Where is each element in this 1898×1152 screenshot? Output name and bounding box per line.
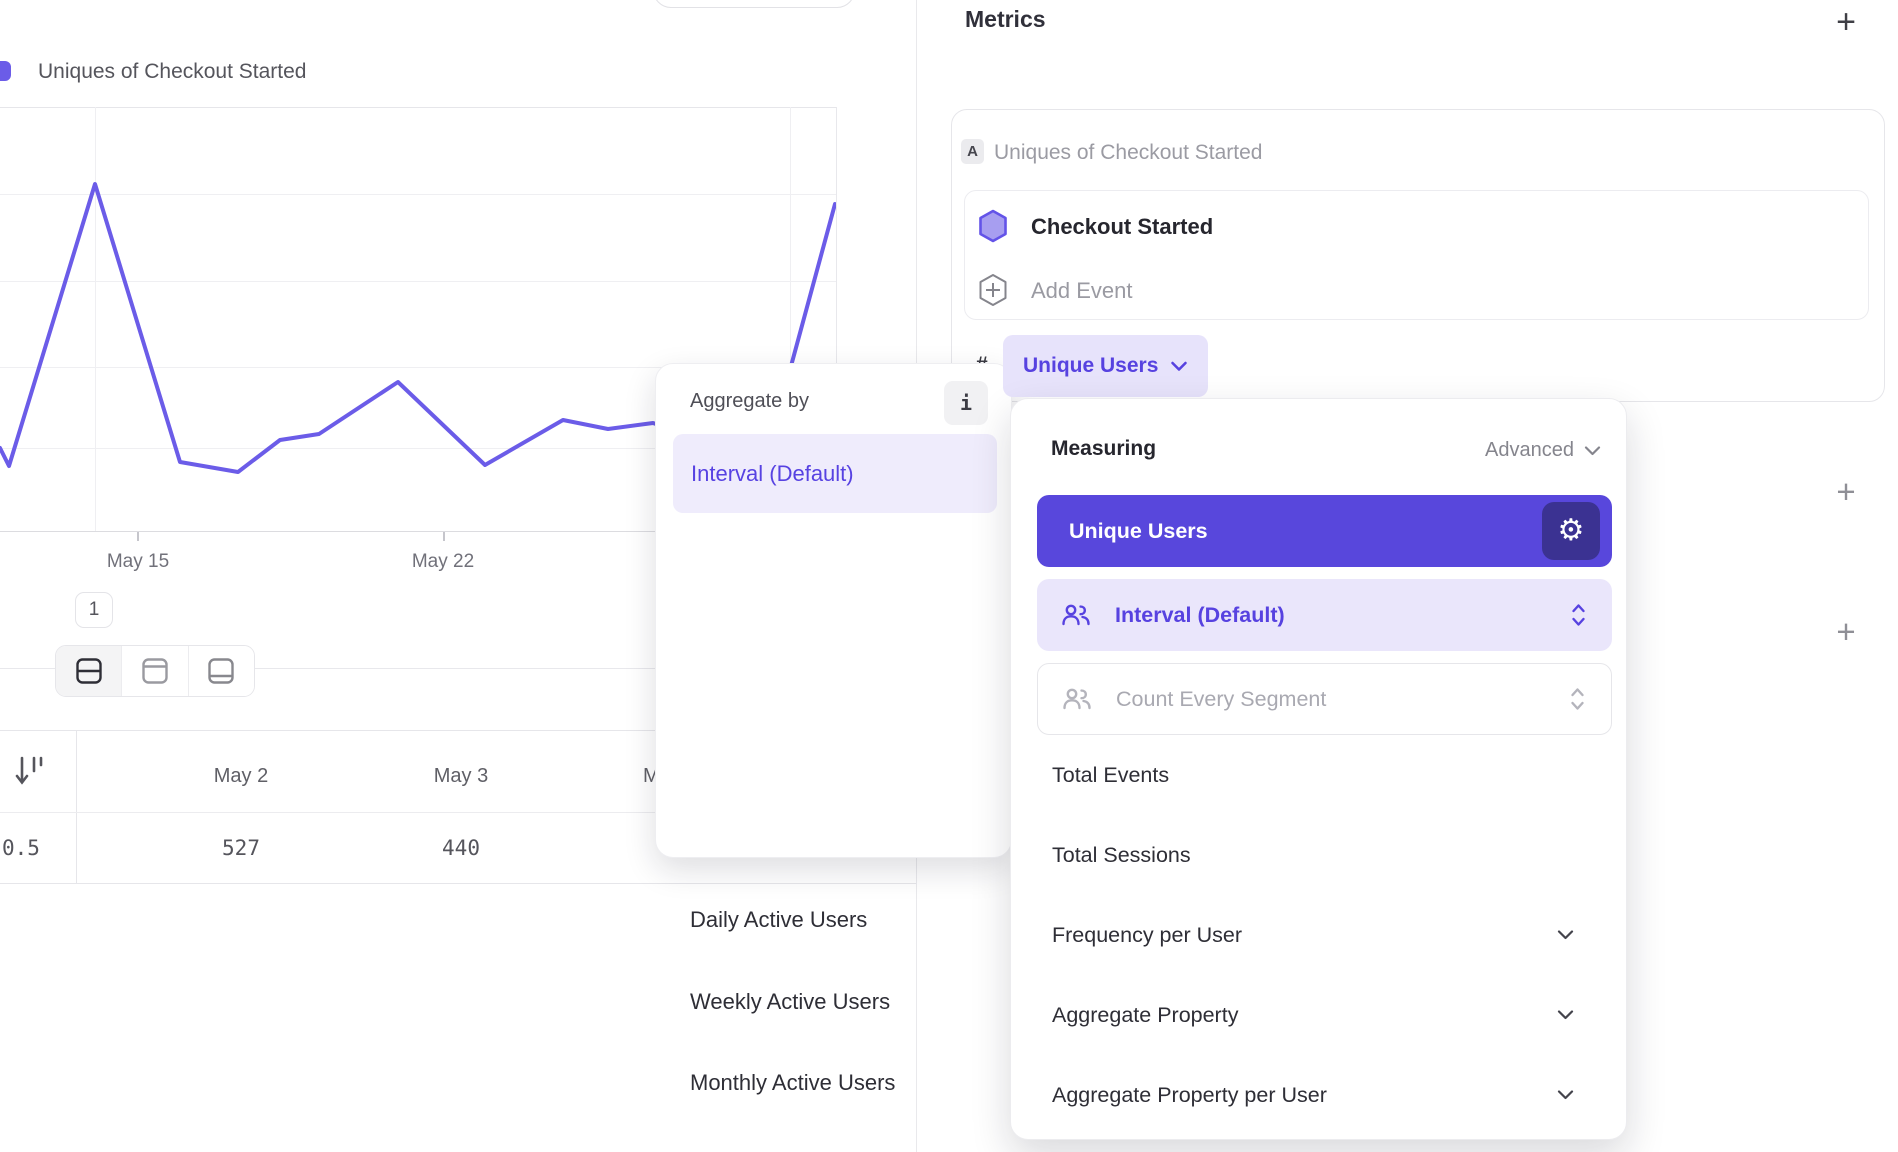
chevron-down-icon [1557,930,1574,940]
table-header-cell[interactable]: May 2 [141,765,341,788]
info-icon[interactable]: i [944,381,988,425]
chevron-down-icon [1170,361,1188,372]
gear-icon: ⚙ [1558,516,1585,546]
add-filter-button[interactable]: + [1828,474,1864,510]
top-bar-icon [142,658,168,684]
up-down-chevron-icon [1570,687,1585,711]
sort-icon[interactable] [14,754,46,790]
menu-item-aggregate-property[interactable]: Aggregate Property [1052,991,1592,1039]
menu-item-cumulative-users[interactable]: Cumulative Users [690,1145,990,1152]
users-icon [1061,604,1091,626]
x-tick [137,532,139,541]
menu-item-label: Total Sessions [1052,843,1191,868]
menu-item-label: Total Events [1052,763,1169,788]
menu-item-interval-default[interactable]: Interval (Default) [673,434,997,513]
metric-card: A Uniques of Checkout Started Checkout S… [951,109,1885,402]
count-every-segment-row[interactable]: Count Every Segment [1037,663,1612,735]
measuring-menu: Measuring Advanced Unique Users ⚙ [1010,398,1627,1140]
chevron-down-icon [1557,1010,1574,1020]
menu-item-label: Interval (Default) [691,461,854,487]
add-metric-button[interactable]: + [1824,0,1868,44]
chart-legend-label: Uniques of Checkout Started [38,60,307,84]
x-tick [443,532,445,541]
selected-option-label: Unique Users [1069,519,1208,544]
layout-top-bar-button[interactable] [121,646,187,696]
x-axis-label: May 15 [88,551,188,573]
table-cell: 440 [361,836,561,860]
metric-name-input[interactable]: Uniques of Checkout Started [994,141,1263,165]
menu-item-aggregate-property-per-user[interactable]: Aggregate Property per User [1052,1071,1592,1119]
series-count-badge[interactable]: 1 [75,592,113,628]
menu-item-frequency-per-user[interactable]: Frequency per User [1052,911,1592,959]
table-header-cell[interactable]: May 3 [361,765,561,788]
measurement-chip[interactable]: Unique Users [1003,335,1208,397]
measurement-chip-label: Unique Users [1023,354,1158,378]
interval-option-label: Interval (Default) [1115,603,1285,628]
chevron-down-icon [1584,446,1601,456]
chevron-down-icon [1557,1090,1574,1100]
event-hexagon-icon [978,209,1008,243]
settings-button[interactable]: ⚙ [1542,502,1600,560]
aggregate-by-title: Aggregate by [690,390,809,413]
add-event-button[interactable]: Add Event [1031,278,1133,304]
menu-item-label: Aggregate Property [1052,1003,1238,1028]
table-column-divider [76,730,77,883]
add-breakdown-button[interactable]: + [1828,614,1864,650]
menu-item-label: Aggregate Property per User [1052,1083,1327,1108]
table-cell: 527 [141,836,341,860]
add-event-hexagon-icon [978,273,1008,307]
advanced-mode-label: Advanced [1485,439,1574,462]
insights-report-page: Uniques of Checkout Started May 15 May 2… [0,0,1898,1152]
menu-item-daily-active-users[interactable]: Daily Active Users [690,900,990,940]
event-list-card: Checkout Started Add Event [964,190,1869,320]
menu-item-weekly-active-users[interactable]: Weekly Active Users [690,982,990,1022]
aggregate-by-menu: Aggregate by i Interval (Default) Daily … [655,363,1012,858]
menu-item-unique-users-selected[interactable]: Unique Users ⚙ [1037,495,1612,567]
bottom-bar-icon [208,658,234,684]
menu-item-total-events[interactable]: Total Events [1052,751,1592,799]
event-name[interactable]: Checkout Started [1031,214,1213,240]
advanced-mode-selector[interactable]: Advanced [1011,439,1601,462]
layout-bottom-bar-button[interactable] [188,646,254,696]
menu-item-total-sessions[interactable]: Total Sessions [1052,831,1592,879]
count-every-segment-label: Count Every Segment [1116,687,1326,712]
x-axis-label: May 22 [393,551,493,573]
up-down-chevron-icon [1571,603,1586,627]
menu-item-monthly-active-users[interactable]: Monthly Active Users [690,1063,990,1103]
table-row-border [0,883,916,884]
metric-letter-badge: A [961,139,984,164]
series-color-swatch [0,61,11,81]
view-layout-toggle [55,645,255,697]
split-horizontal-icon [76,658,102,684]
menu-item-label: Frequency per User [1052,923,1242,948]
users-icon [1062,688,1092,710]
interval-selector-row[interactable]: Interval (Default) [1037,579,1612,651]
metrics-section-title: Metrics [965,6,1046,33]
toolbar-pill-partial [653,0,855,8]
layout-split-horizontal-button[interactable] [56,646,121,696]
table-cell: 0.5 [2,836,50,860]
